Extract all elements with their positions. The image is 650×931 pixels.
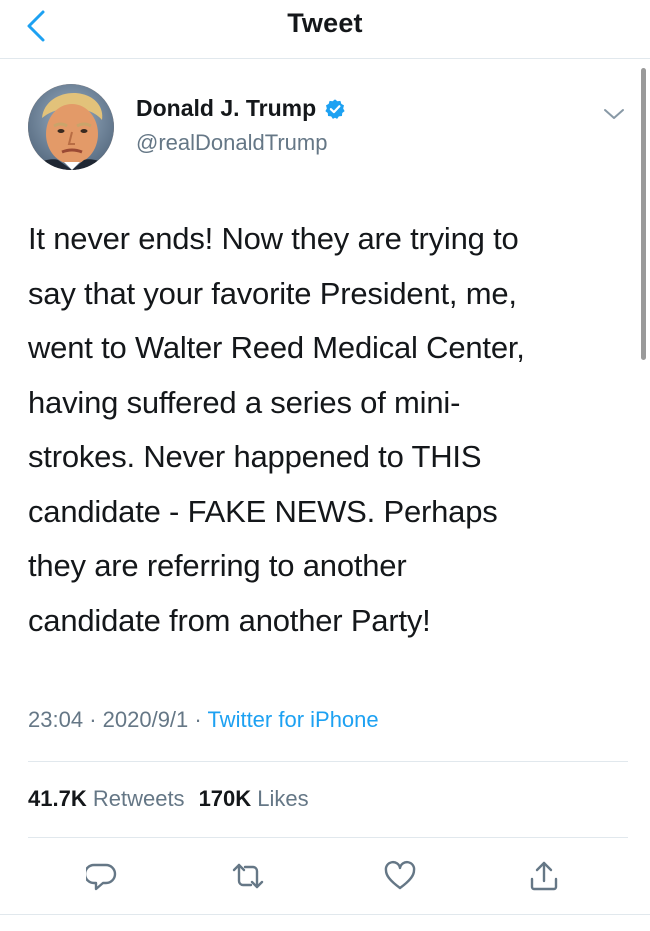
author-name-text: Donald J. Trump: [136, 95, 317, 121]
profile-photo: [28, 84, 114, 170]
tweet-text: It never ends! Now they are trying to sa…: [28, 212, 628, 648]
tweet-time: 23:04: [28, 707, 84, 732]
likes-link[interactable]: 170K Likes: [199, 786, 309, 811]
retweets-label: Retweets: [92, 786, 185, 811]
page-title: Tweet: [287, 8, 363, 38]
divider: [0, 914, 650, 915]
tweet-text-line: It never ends! Now they are trying to: [28, 221, 519, 256]
tweet-text-line: they are referring to another: [28, 548, 407, 583]
tweet-date: 2020/9/1: [102, 707, 189, 732]
meta-separator: ·: [194, 707, 202, 732]
heart-icon: [384, 860, 416, 890]
tweet-stats: 41.7K Retweets 170K Likes: [28, 786, 309, 812]
share-icon: [530, 861, 558, 891]
chevron-down-icon: [604, 109, 624, 119]
tweet-meta: 23:04 · 2020/9/1 · Twitter for iPhone: [28, 707, 379, 733]
tweet-text-line: candidate from another Party!: [28, 602, 431, 638]
tweet-text-line: strokes. Never happened to THIS: [28, 439, 482, 474]
retweet-button[interactable]: [228, 856, 268, 896]
tweet-text-line: went to Walter Reed Medical Center,: [28, 330, 525, 365]
tweet-text-line: say that your favorite President, me,: [28, 275, 517, 311]
scrollbar[interactable]: [641, 68, 646, 360]
retweets-count: 41.7K: [28, 786, 87, 811]
reply-button[interactable]: [82, 856, 122, 896]
likes-count: 170K: [198, 786, 252, 811]
reply-icon: [86, 863, 117, 891]
tweet-detail-page: Tweet Donald J. Trump @realDonaldTrump I…: [0, 0, 650, 931]
tweet-text-line: having suffered a series of mini-: [28, 384, 461, 420]
share-button[interactable]: [524, 856, 564, 896]
meta-separator: ·: [89, 707, 97, 732]
divider: [28, 761, 628, 762]
tweet-menu-button[interactable]: [602, 104, 626, 124]
like-button[interactable]: [380, 856, 420, 896]
tweet-text-line: candidate - FAKE NEWS. Perhaps: [28, 493, 498, 529]
retweet-icon: [232, 863, 264, 889]
nav-header: Tweet: [0, 0, 650, 59]
verified-badge-icon: [324, 98, 346, 120]
author-name[interactable]: Donald J. Trump: [136, 95, 346, 122]
avatar[interactable]: [28, 84, 114, 170]
likes-label: Likes: [257, 786, 309, 811]
retweets-link[interactable]: 41.7K Retweets: [28, 786, 185, 811]
tweet-source-link[interactable]: Twitter for iPhone: [207, 707, 378, 732]
divider: [28, 837, 628, 838]
author-handle[interactable]: @realDonaldTrump: [136, 130, 327, 156]
